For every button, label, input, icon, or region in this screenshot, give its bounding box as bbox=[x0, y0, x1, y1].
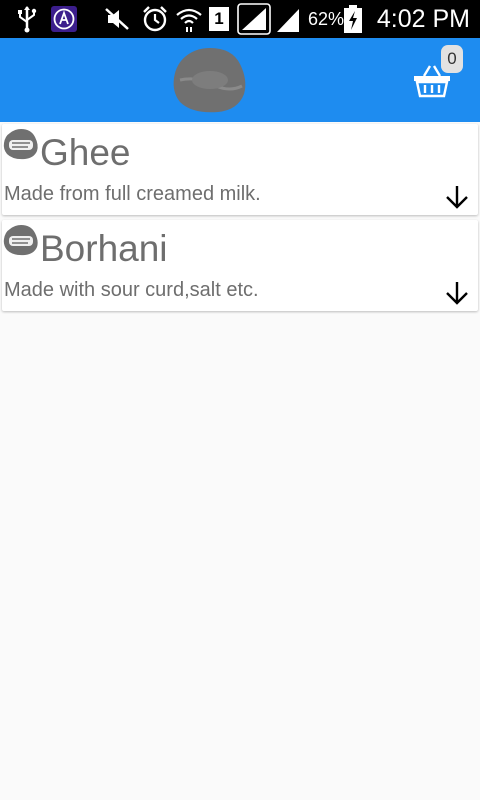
aarong-dairy-logo bbox=[3, 129, 38, 160]
battery-charging-icon bbox=[344, 5, 362, 33]
arrow-down-icon[interactable] bbox=[444, 280, 470, 306]
product-card[interactable]: Borhani Made with sour curd,salt etc. bbox=[2, 220, 478, 311]
aarong-dairy-logo bbox=[173, 48, 246, 113]
mute-icon bbox=[105, 8, 129, 30]
aarong-dairy-logo bbox=[3, 225, 38, 256]
product-description: Made from full creamed milk. bbox=[4, 183, 261, 205]
signal-icon bbox=[277, 9, 299, 32]
cart-count-badge: 0 bbox=[441, 45, 463, 73]
arrow-down-icon[interactable] bbox=[444, 184, 470, 210]
status-time: 4:02 PM bbox=[376, 4, 470, 33]
alarm-icon bbox=[143, 6, 167, 32]
signal-icon bbox=[237, 3, 271, 35]
status-bar: 1 62% 4:02 PM bbox=[0, 0, 480, 38]
sim-slot-icon: 1 bbox=[209, 7, 229, 31]
product-name: Ghee bbox=[40, 132, 131, 173]
app-notification-icon bbox=[51, 6, 77, 32]
product-description: Made with sour curd,salt etc. bbox=[4, 279, 259, 301]
product-card[interactable]: Ghee Made from full creamed milk. bbox=[2, 124, 478, 215]
wifi-icon bbox=[176, 8, 202, 32]
usb-icon bbox=[18, 6, 37, 33]
product-name: Borhani bbox=[40, 228, 168, 269]
battery-percent: 62% bbox=[308, 8, 345, 29]
app-bar bbox=[0, 38, 480, 122]
